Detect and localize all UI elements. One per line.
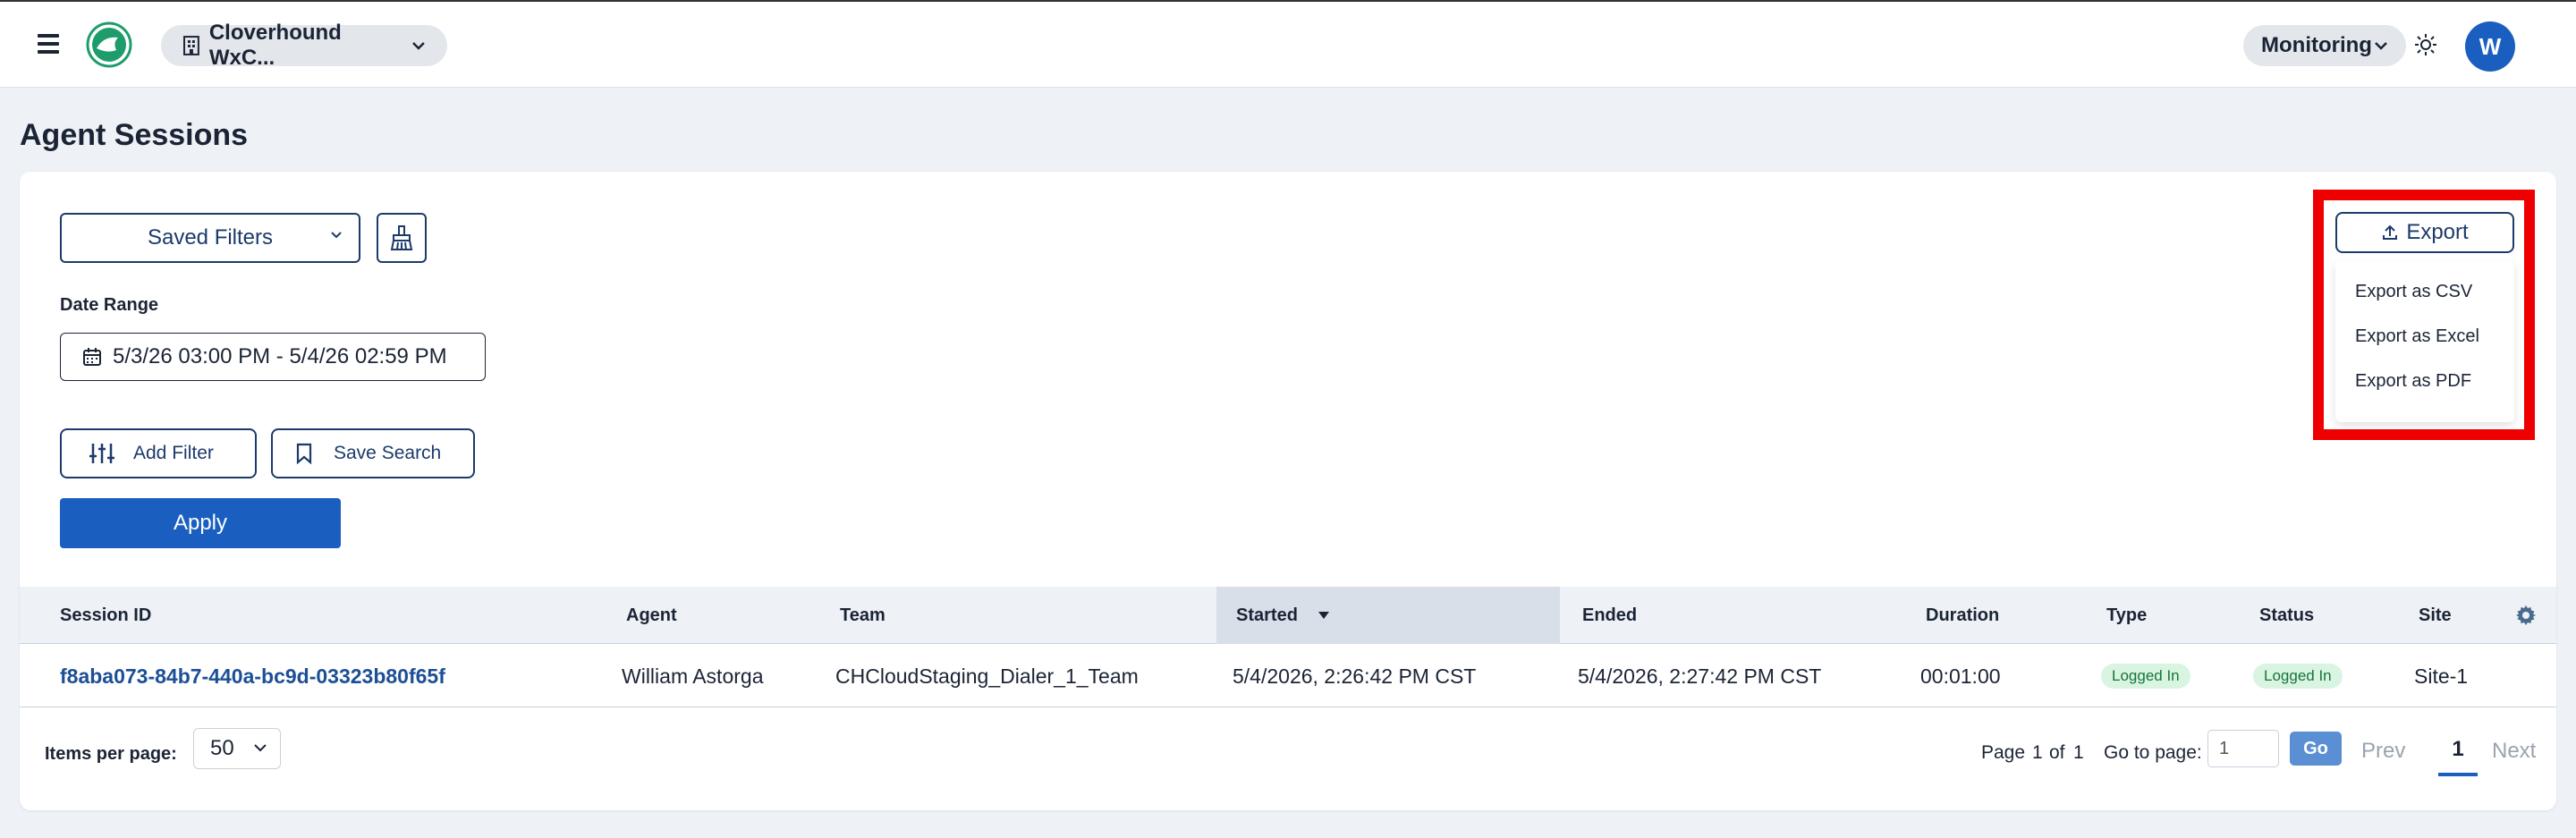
page-label: Page: [1981, 742, 2026, 763]
col-started-label: Started: [1236, 605, 1298, 625]
add-filter-button[interactable]: Add Filter: [60, 428, 257, 478]
cell-ended: 5/4/2026, 2:27:42 PM CST: [1578, 664, 1822, 688]
col-status[interactable]: Status: [2259, 587, 2314, 644]
page-of-label: of: [2049, 742, 2065, 763]
cell-agent: William Astorga: [622, 664, 764, 688]
export-csv-item[interactable]: Export as CSV: [2355, 282, 2472, 302]
cell-status: Logged In: [2253, 645, 2343, 707]
broom-icon: [390, 225, 413, 250]
goto-page-input[interactable]: [2207, 730, 2279, 767]
export-menu: Export as CSV Export as Excel Export as …: [2335, 261, 2514, 422]
bookmark-icon: [296, 443, 312, 464]
add-filter-label: Add Filter: [133, 443, 214, 463]
items-per-page-value: 50: [210, 736, 234, 760]
sort-desc-icon: [1318, 612, 1329, 619]
cell-team: CHCloudStaging_Dialer_1_Team: [835, 664, 1139, 688]
cell-type: Logged In: [2101, 645, 2190, 707]
building-icon: [182, 36, 199, 55]
top-bar: Cloverhound WxC... Monitoring W: [0, 0, 2576, 88]
prev-button[interactable]: Prev: [2361, 739, 2405, 764]
saved-filters-select[interactable]: Saved Filters: [60, 213, 360, 263]
table-row: f8aba073-84b7-440a-bc9d-03323b80f65f Wil…: [20, 645, 2556, 707]
upload-icon: [2383, 224, 2398, 240]
page-number-current[interactable]: 1: [2438, 737, 2478, 762]
col-ended[interactable]: Ended: [1582, 587, 1637, 644]
session-id-link[interactable]: f8aba073-84b7-440a-bc9d-03323b80f65f: [60, 645, 445, 707]
chevron-down-icon: [254, 744, 267, 752]
table-header: Session ID Agent Team Started Ended Dura…: [20, 587, 2556, 644]
export-pdf-item[interactable]: Export as PDF: [2355, 371, 2471, 392]
date-range-label: Date Range: [60, 295, 159, 315]
cell-duration: 00:01:00: [1920, 664, 2001, 688]
col-type[interactable]: Type: [2106, 587, 2147, 644]
apply-button[interactable]: Apply: [60, 498, 341, 548]
org-select[interactable]: Cloverhound WxC...: [161, 21, 447, 70]
export-button[interactable]: Export: [2335, 212, 2514, 253]
menu-icon[interactable]: [38, 34, 59, 55]
date-range-input[interactable]: 5/3/26 03:00 PM - 5/4/26 02:59 PM: [60, 333, 486, 381]
next-button[interactable]: Next: [2492, 739, 2536, 764]
items-per-page-select[interactable]: 50: [193, 728, 281, 769]
col-agent[interactable]: Agent: [626, 587, 677, 644]
calendar-icon: [83, 348, 101, 366]
save-search-label: Save Search: [334, 443, 442, 463]
monitoring-menu[interactable]: Monitoring: [2243, 25, 2406, 66]
monitoring-label: Monitoring: [2261, 33, 2372, 57]
sun-icon[interactable]: [2413, 32, 2438, 57]
col-team[interactable]: Team: [840, 587, 886, 644]
col-duration[interactable]: Duration: [1926, 587, 1999, 644]
page-total-text: 1: [2073, 742, 2084, 763]
date-range-value: 5/3/26 03:00 PM - 5/4/26 02:59 PM: [113, 344, 447, 368]
chevron-down-icon: [2375, 42, 2387, 50]
chevron-down-icon: [331, 232, 342, 239]
cell-site: Site-1: [2414, 664, 2469, 688]
export-label: Export: [2406, 220, 2469, 244]
page-title: Agent Sessions: [20, 118, 249, 152]
col-site[interactable]: Site: [2419, 587, 2452, 644]
status-badge: Logged In: [2253, 664, 2343, 689]
cell-started: 5/4/2026, 2:26:42 PM CST: [1233, 664, 1477, 688]
clear-filters-button[interactable]: [377, 213, 427, 263]
go-button[interactable]: Go: [2290, 732, 2342, 766]
org-name: Cloverhound WxC...: [208, 21, 342, 70]
pagination-bar: Items per page: 50 Page 1 of 1 Go to pag…: [20, 708, 2556, 810]
current-page-indicator: [2438, 773, 2478, 776]
goto-label: Go to page:: [2104, 742, 2202, 763]
avatar[interactable]: W: [2465, 21, 2515, 72]
gear-icon[interactable]: [2515, 605, 2537, 626]
save-search-button[interactable]: Save Search: [271, 428, 475, 478]
saved-filters-label: Saved Filters: [147, 225, 274, 250]
export-excel-item[interactable]: Export as Excel: [2355, 326, 2479, 347]
col-started[interactable]: Started: [1236, 587, 1330, 644]
type-badge: Logged In: [2101, 664, 2190, 689]
sessions-card: Saved Filters Date Range 5/3/26 03:00 PM…: [20, 172, 2556, 810]
page-current-text: 1: [2032, 742, 2043, 763]
logo-icon[interactable]: [86, 21, 132, 68]
chevron-down-icon: [412, 42, 425, 50]
col-session-id[interactable]: Session ID: [60, 587, 151, 644]
items-per-page-label: Items per page:: [45, 744, 177, 764]
sliders-icon: [89, 444, 114, 463]
